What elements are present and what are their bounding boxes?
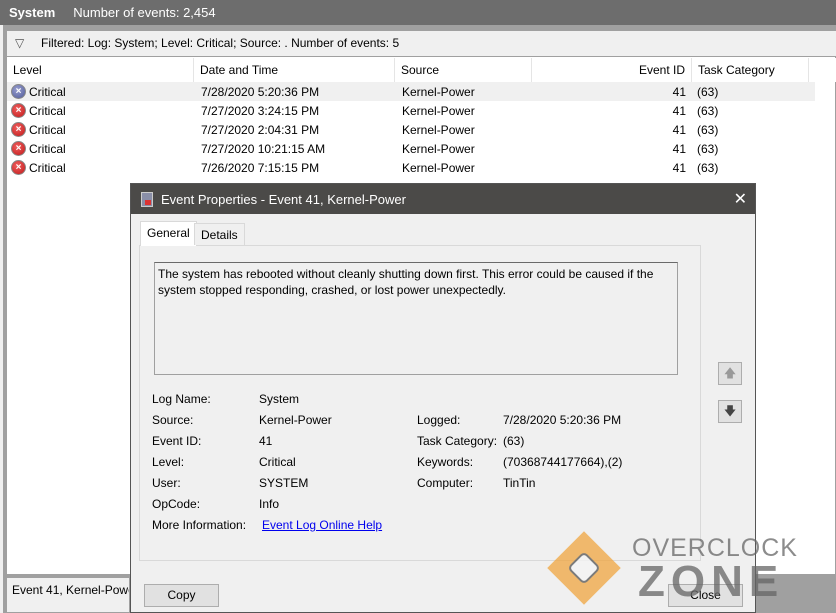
arrow-up-icon: 🡅 [723,366,737,380]
previous-event-button[interactable]: 🡅 [718,362,742,385]
event-properties-dialog: Event Properties - Event 41, Kernel-Powe… [130,183,756,613]
field-value-text: Info [259,497,280,511]
level-cell: × Critical [7,103,194,118]
column-source[interactable]: Source [395,58,532,82]
field-label: Task Category: [417,434,498,448]
event-id-cell: 41 [672,141,686,156]
field-label: Logged: [417,413,461,427]
field-value: SYSTEM [259,476,308,490]
field-value-text: Kernel-Power [259,413,332,427]
field-value-text: Critical [259,455,296,469]
level-text: Critical [29,84,66,99]
field-value: 7/28/2020 5:20:36 PM [503,413,622,427]
event-description[interactable]: The system has rebooted without cleanly … [154,262,678,375]
field-value-text: 41 [259,434,273,448]
source-cell: Kernel-Power [402,103,475,118]
column-date-time[interactable]: Date and Time [194,58,395,82]
source-cell: Kernel-Power [402,160,475,175]
event-count: Number of events: 2,454 [73,5,216,20]
tab-details[interactable]: Details [194,223,245,245]
field-value: 41 [259,434,272,448]
detail-pane-title: Event 41, Kernel-Powe [12,583,130,597]
datetime-cell: 7/27/2020 3:24:15 PM [201,103,320,118]
source-cell: Kernel-Power [402,141,475,156]
critical-icon: × [11,84,26,99]
copy-button[interactable]: Copy [144,584,219,607]
close-icon[interactable]: ✕ [734,189,747,209]
event-row[interactable]: × Critical 7/28/2020 5:20:36 PM Kernel-Po… [7,82,815,101]
task-category-cell: (63) [697,160,719,175]
task-category-cell: (63) [697,84,719,99]
field-label: OpCode: [152,497,201,511]
tab-general[interactable]: General [140,221,197,246]
datetime-cell: 7/27/2020 10:21:15 AM [201,141,326,156]
field-value: (70368744177664),(2) [503,455,623,469]
log-header: System Number of events: 2,454 [0,0,836,25]
event-id-cell: 41 [672,160,686,175]
critical-icon: × [11,141,26,156]
level-text: Critical [29,141,66,156]
field-label: Log Name: [152,392,211,406]
next-event-button[interactable]: 🡇 [718,400,742,423]
field-value: Critical [259,455,296,469]
event-row[interactable]: × Critical 7/27/2020 3:24:15 PM Kernel-Po… [7,101,815,120]
field-value: Info [259,497,279,511]
level-cell: × Critical [7,122,194,137]
event-log-icon [141,191,153,207]
arrow-down-icon: 🡇 [723,404,737,418]
filter-bar: ▽ Filtered: Log: System; Level: Critical;… [7,31,836,57]
log-name: System [9,5,56,20]
online-help-link[interactable]: Event Log Online Help [262,518,382,532]
field-label: Level: [152,455,185,469]
event-row[interactable]: × Critical 7/27/2020 2:04:31 PM Kernel-Po… [7,120,815,139]
field-label: Computer: [417,476,474,490]
source-cell: Kernel-Power [402,122,475,137]
level-text: Critical [29,103,66,118]
field-label: Event ID: [152,434,202,448]
field-label: Keywords: [417,455,474,469]
online-help-link-text[interactable]: Event Log Online Help [262,518,382,532]
task-category-cell: (63) [697,141,719,156]
field-value: (63) [503,434,525,448]
dialog-title-bar[interactable]: Event Properties - Event 41, Kernel-Powe… [131,184,755,214]
level-cell: × Critical [7,141,194,156]
datetime-cell: 7/28/2020 5:20:36 PM [201,84,320,99]
level-cell: × Critical [7,160,194,175]
event-detail-pane: Event 41, Kernel-Powe [6,577,130,613]
datetime-cell: 7/27/2020 2:04:31 PM [201,122,320,137]
field-value: TinTin [503,476,536,490]
close-button[interactable]: Close [668,584,743,607]
dialog-title: Event Properties - Event 41, Kernel-Powe… [161,191,406,207]
field-value: System [259,392,299,406]
event-id-cell: 41 [672,84,686,99]
field-value-text: System [259,392,300,406]
datetime-cell: 7/26/2020 7:15:15 PM [201,160,320,175]
field-label: Source: [152,413,194,427]
event-id-cell: 41 [672,103,686,118]
column-task-category[interactable]: Task Category [692,58,809,82]
column-headers: Level Date and Time Source Event ID Task… [7,58,836,82]
field-value-text: SYSTEM [259,476,309,490]
task-category-cell: (63) [697,103,719,118]
event-row[interactable]: × Critical 7/27/2020 10:21:15 AM Kernel-P… [7,139,815,158]
column-event-id[interactable]: Event ID [532,58,692,82]
critical-icon: × [11,160,26,175]
filter-icon: ▽ [15,36,25,50]
level-text: Critical [29,160,66,175]
event-id-cell: 41 [672,122,686,137]
task-category-cell: (63) [697,122,719,137]
source-cell: Kernel-Power [402,84,475,99]
critical-icon: × [11,122,26,137]
field-value: Kernel-Power [259,413,332,427]
level-text: Critical [29,122,66,137]
field-label: More Information: [152,518,247,532]
field-label: User: [152,476,181,490]
filter-text: Filtered: Log: System; Level: Critical; … [41,36,400,50]
column-level[interactable]: Level [7,58,194,82]
event-row[interactable]: × Critical 7/26/2020 7:15:15 PM Kernel-Po… [7,158,815,177]
level-cell: × Critical [7,84,194,99]
critical-icon: × [11,103,26,118]
